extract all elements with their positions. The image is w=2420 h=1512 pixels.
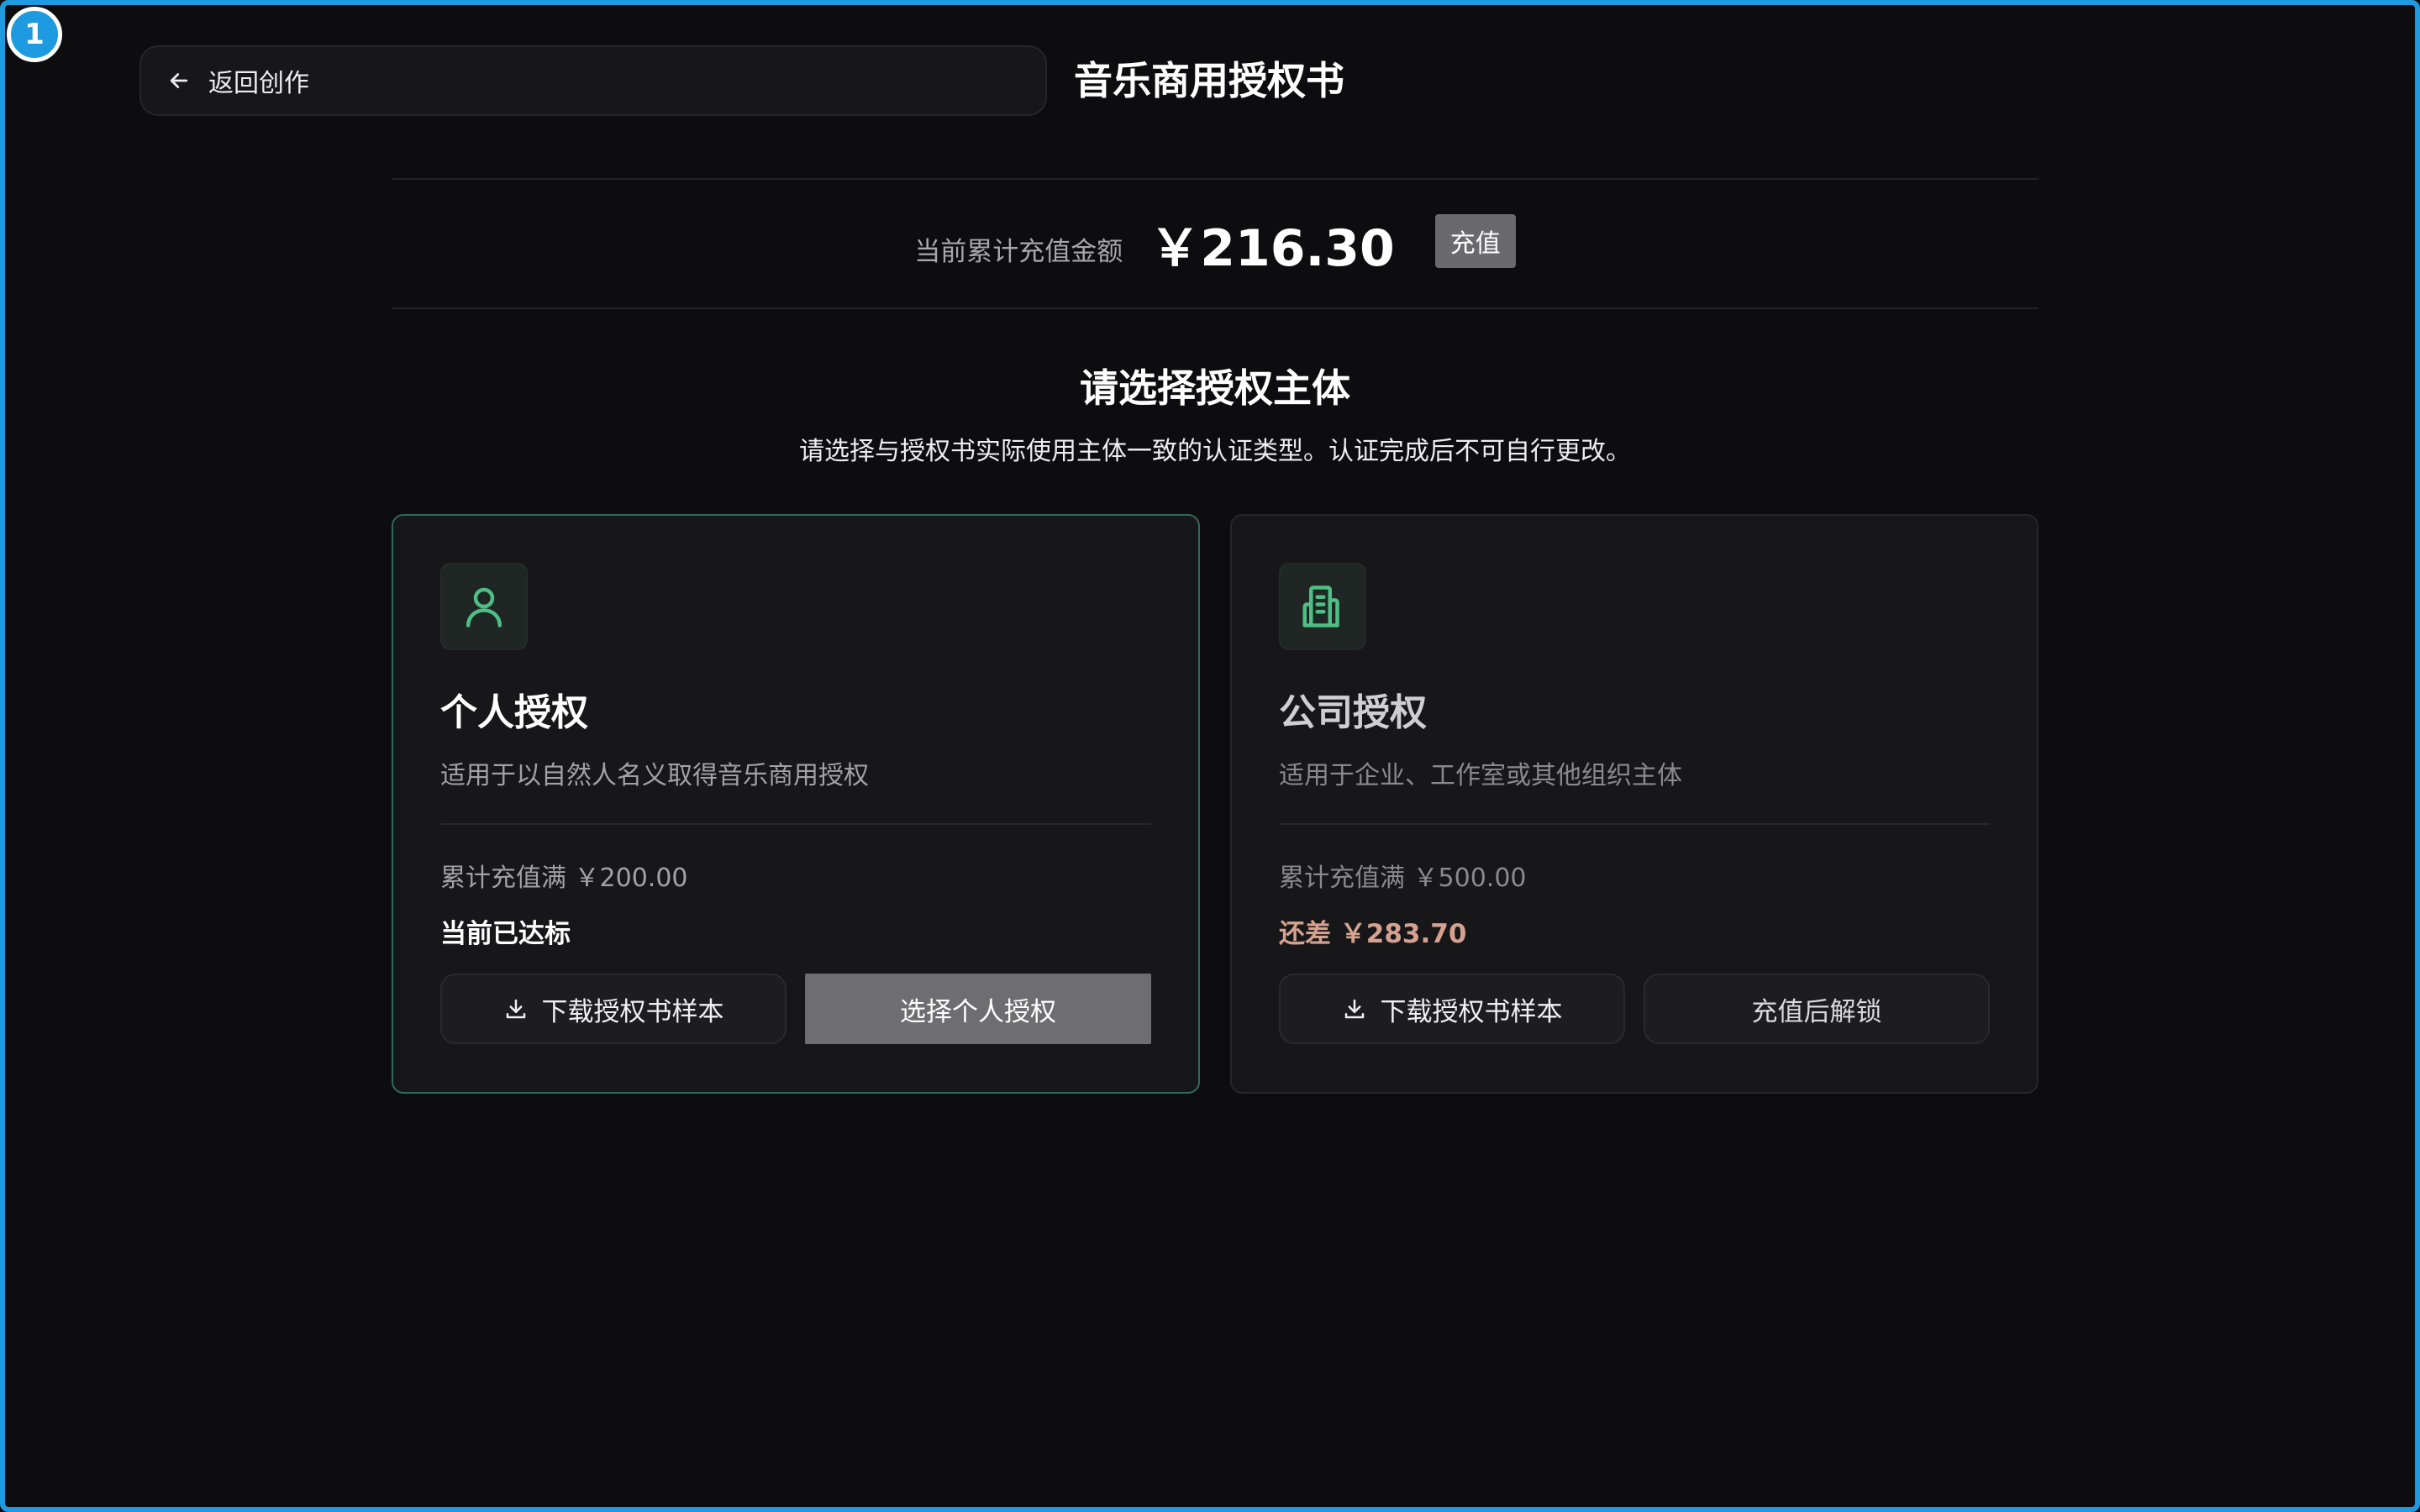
user-icon (466, 587, 502, 627)
back-to-create-button[interactable]: 返回创作 (139, 45, 1047, 116)
card-divider (440, 823, 1151, 825)
top-divider (392, 178, 2039, 180)
company-icon-tile (1279, 563, 1366, 650)
balance-summary: 当前累计充值金额 ￥216.30 充值 (392, 181, 2039, 306)
arrow-left-icon (170, 73, 188, 88)
app-window: 1 返回创作 音乐商用授权书 当前累计充值金额 ￥216.30 充值 请选择授权… (0, 0, 2420, 1512)
card-title: 公司授权 (1279, 691, 1427, 734)
download-sample-label: 下载授权书样本 (541, 996, 724, 1027)
balance-divider (392, 307, 2039, 309)
card-status-shortfall: 还差 ￥283.70 (1279, 919, 1467, 949)
page-title: 音乐商用授权书 (1074, 58, 1344, 103)
card-threshold: 累计充值满 ￥200.00 (440, 864, 688, 893)
section-subtitle: 请选择与授权书实际使用主体一致的认证类型。认证完成后不可自行更改。 (799, 437, 1631, 466)
card-description: 适用于以自然人名义取得音乐商用授权 (440, 761, 869, 790)
card-description: 适用于企业、工作室或其他组织主体 (1279, 761, 1682, 790)
section-title: 请选择授权主体 (1080, 365, 1350, 411)
download-sample-label: 下载授权书样本 (1380, 996, 1563, 1027)
balance-amount: ￥216.30 (1150, 218, 1395, 278)
card-actions: 下载授权书样本 充值后解锁 (1279, 974, 1990, 1044)
download-sample-button[interactable]: 下载授权书样本 (1279, 974, 1625, 1044)
card-divider (1279, 823, 1990, 825)
window-number-badge: 1 (7, 7, 62, 62)
back-button-label: 返回创作 (208, 69, 309, 98)
balance-label: 当前累计充值金额 (914, 236, 1123, 267)
card-title: 个人授权 (440, 691, 588, 734)
card-status-reached: 当前已达标 (440, 919, 571, 949)
download-icon (506, 999, 525, 1019)
personal-icon-tile (440, 563, 528, 650)
recharge-button[interactable]: 充值 (1434, 214, 1516, 268)
building-icon (1302, 585, 1339, 627)
personal-license-card[interactable]: 个人授权 适用于以自然人名义取得音乐商用授权 累计充值满 ￥200.00 当前已… (392, 514, 1200, 1094)
card-threshold: 累计充值满 ￥500.00 (1279, 864, 1527, 893)
download-icon (1344, 999, 1364, 1019)
download-sample-button[interactable]: 下载授权书样本 (440, 974, 786, 1044)
company-license-card[interactable]: 公司授权 适用于企业、工作室或其他组织主体 累计充值满 ￥500.00 还差 ￥… (1230, 514, 2039, 1094)
card-actions: 下载授权书样本 选择个人授权 (440, 974, 1151, 1044)
select-personal-license-button[interactable]: 选择个人授权 (805, 974, 1151, 1044)
unlock-after-recharge-button[interactable]: 充值后解锁 (1644, 974, 1990, 1044)
